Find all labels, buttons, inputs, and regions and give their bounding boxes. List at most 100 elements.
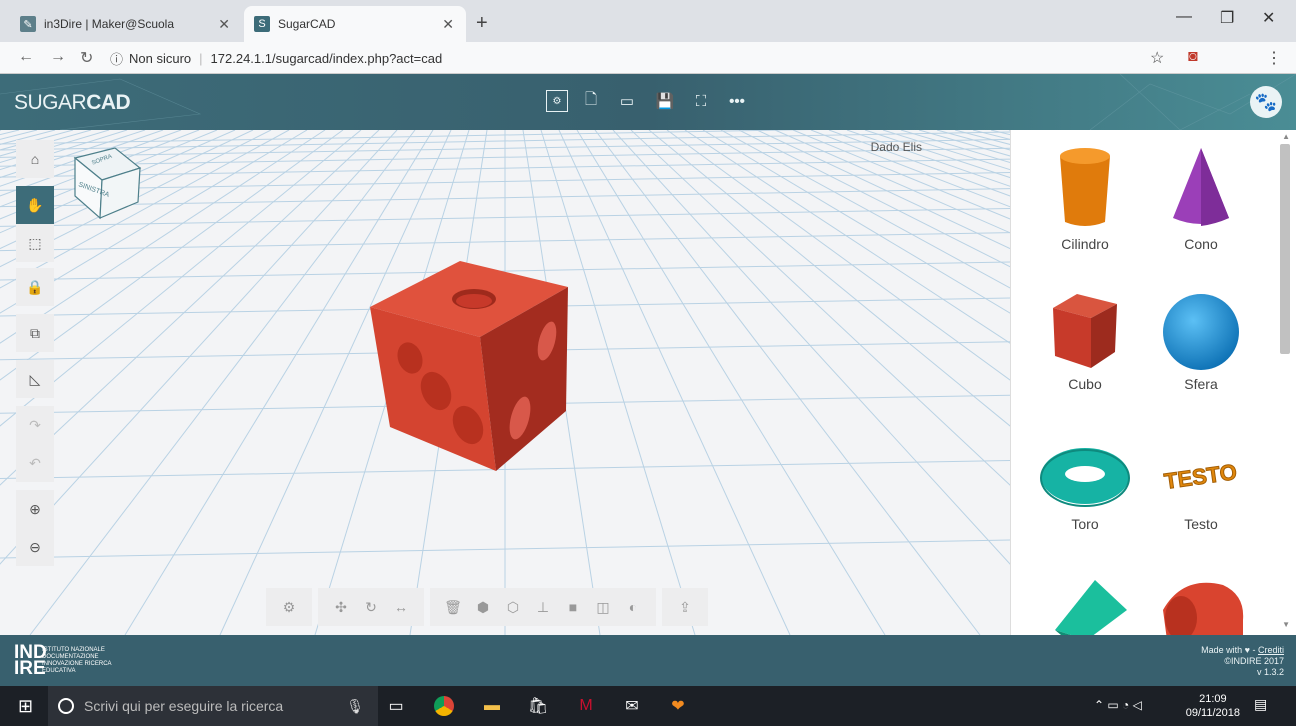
select-box-button[interactable]: ⬚ xyxy=(16,224,54,262)
paint3d-icon[interactable]: ❤ xyxy=(666,694,690,718)
scale-icon[interactable]: ↔ xyxy=(386,599,416,615)
lock-button[interactable]: 🔒 xyxy=(16,268,54,306)
info-icon[interactable]: ⓘ xyxy=(110,49,123,68)
back-arrow-icon[interactable]: ← xyxy=(18,48,34,66)
tab-in3dire[interactable]: ✎ in3Dire | Maker@Scuola ✕ xyxy=(10,6,242,42)
redo-button[interactable]: ↷ xyxy=(16,406,54,444)
shape-label: Cono xyxy=(1184,236,1218,252)
mirror-icon[interactable]: ◐ xyxy=(618,599,648,615)
extension-icon[interactable]: ◙ xyxy=(1188,48,1198,66)
save-icon[interactable]: 💾 xyxy=(654,90,676,112)
object-name-label: Dado Elis xyxy=(870,140,922,154)
union-icon[interactable]: ■ xyxy=(558,599,588,615)
pan-hand-button[interactable]: ✋ xyxy=(16,186,54,224)
ruler-button[interactable]: ◺ xyxy=(16,360,54,398)
hole-icon[interactable]: ⬡ xyxy=(498,599,528,616)
new-file-icon[interactable]: 🗋 xyxy=(580,90,602,112)
menu-kebab-icon[interactable]: ⋮ xyxy=(1266,48,1282,68)
more-options-icon[interactable]: ••• xyxy=(726,90,748,112)
system-clock[interactable]: 21:09 09/11/2018 xyxy=(1186,692,1240,720)
torus-icon xyxy=(1040,448,1130,507)
rotate-icon[interactable]: ↻ xyxy=(356,599,386,616)
shape-half-cylinder[interactable] xyxy=(1141,580,1261,635)
clock-date: 09/11/2018 xyxy=(1185,707,1240,719)
close-window-button[interactable]: ✕ xyxy=(1262,8,1275,28)
heart-icon: ♥ xyxy=(1244,645,1250,655)
grid-line xyxy=(864,130,1010,179)
url-input[interactable]: ⓘ Non sicuro | 172.24.1.1/sugarcad/index… xyxy=(110,46,1140,70)
mcafee-icon[interactable]: M xyxy=(574,694,598,718)
delete-icon[interactable]: 🗑 xyxy=(438,599,468,616)
fullscreen-icon[interactable]: ⛶ xyxy=(690,90,712,112)
undo-button[interactable]: ↶ xyxy=(16,444,54,482)
chrome-icon[interactable] xyxy=(432,694,456,718)
3d-viewport[interactable]: SOPRA SINISTRA Dado Elis ⌂ ✋ ⬚ 🔒 ⧉ ◺ ↷ ↶… xyxy=(0,130,1010,635)
logo-bold: CAD xyxy=(86,91,131,114)
forward-arrow-icon[interactable]: → xyxy=(50,48,66,66)
redo-icon: ↷ xyxy=(29,416,41,433)
clock-time: 21:09 xyxy=(1199,693,1227,705)
shape-cone[interactable]: Cono xyxy=(1141,146,1261,252)
search-circle-icon xyxy=(58,698,74,714)
panel-scrollbar[interactable] xyxy=(1280,144,1290,354)
restore-button[interactable]: ❐ xyxy=(1220,8,1234,28)
microphone-icon[interactable]: 🎙 xyxy=(346,698,364,715)
shape-cube[interactable]: Cubo xyxy=(1025,290,1145,392)
url-text: 172.24.1.1/sugarcad/index.php?act=cad xyxy=(210,50,443,66)
tab-sugarcad[interactable]: S SugarCAD ✕ xyxy=(244,6,466,42)
duplicate-icon: ⧉ xyxy=(30,324,40,341)
view-cube[interactable]: SOPRA SINISTRA xyxy=(70,140,150,220)
text-3d-icon: TESTO xyxy=(1162,459,1239,495)
scroll-up-icon[interactable]: ▲ xyxy=(1282,132,1290,141)
zoom-out-button[interactable]: ⊖ xyxy=(16,528,54,566)
bookmark-star-icon[interactable]: ☆ xyxy=(1150,48,1164,68)
new-tab-button[interactable]: + xyxy=(476,12,488,35)
move-icon[interactable]: ✣ xyxy=(326,599,356,616)
transform-group: ✣ ↻ ↔ xyxy=(318,588,424,626)
task-view-icon[interactable]: ▭ xyxy=(384,694,408,718)
zoom-in-button[interactable]: ⊕ xyxy=(16,490,54,528)
duplicate-button[interactable]: ⧉ xyxy=(16,314,54,352)
home-icon: ⌂ xyxy=(30,151,40,167)
grid-line xyxy=(576,130,886,635)
file-explorer-icon[interactable]: ▬ xyxy=(480,694,504,718)
minimize-button[interactable]: — xyxy=(1176,8,1192,26)
tab-title: in3Dire | Maker@Scuola xyxy=(44,17,175,31)
home-view-button[interactable]: ⌂ xyxy=(16,140,54,178)
reload-icon[interactable]: ↻ xyxy=(80,48,93,68)
shape-text[interactable]: TESTO Testo xyxy=(1141,440,1261,532)
mail-icon[interactable]: ✉ xyxy=(620,694,644,718)
open-folder-icon[interactable]: ▭ xyxy=(616,90,638,112)
settings-sliders-icon[interactable]: ⚙ xyxy=(546,90,568,112)
sphere-icon xyxy=(1163,294,1239,370)
dice-object[interactable] xyxy=(360,255,580,475)
windows-start-icon[interactable]: ⊞ xyxy=(18,696,33,717)
group-icon[interactable]: ⬢ xyxy=(468,599,498,616)
sugarcad-logo: SUGARCAD xyxy=(14,91,131,115)
shape-sphere[interactable]: Sfera xyxy=(1141,290,1261,392)
shape-cylinder[interactable]: Cilindro xyxy=(1025,146,1145,252)
system-tray-icons[interactable]: ⌃ ▭ ◔ ◁ xyxy=(1094,698,1142,712)
shape-prism[interactable] xyxy=(1025,580,1145,635)
grid-line xyxy=(792,130,1010,220)
paw-icon[interactable]: 🐾 xyxy=(1250,86,1282,118)
export-icon[interactable]: ⇪ xyxy=(670,599,700,616)
undo-icon: ↶ xyxy=(29,454,41,471)
grid-line xyxy=(846,130,1010,187)
scroll-down-icon[interactable]: ▼ xyxy=(1282,620,1290,629)
align-icon[interactable]: ⊥ xyxy=(528,599,558,616)
settings-gear-icon[interactable]: ⚙ xyxy=(274,599,304,616)
zoom-out-icon: ⊖ xyxy=(29,538,41,555)
made-with-label: Made with xyxy=(1201,645,1245,655)
grid-line xyxy=(630,130,1010,486)
shape-torus[interactable]: Toro xyxy=(1025,440,1145,532)
store-icon[interactable]: 🛍 xyxy=(526,694,550,718)
notifications-icon[interactable]: ▤ xyxy=(1254,696,1267,713)
close-tab-icon[interactable]: ✕ xyxy=(218,16,230,33)
credits-link[interactable]: Crediti xyxy=(1258,645,1284,655)
close-tab-icon[interactable]: ✕ xyxy=(442,16,454,33)
intersect-icon[interactable]: ◫ xyxy=(588,599,618,616)
taskbar-search[interactable]: Scrivi qui per eseguire la ricerca 🎙 xyxy=(48,686,378,726)
version-label: v 1.3.2 xyxy=(1256,667,1284,677)
grid-line xyxy=(594,130,981,635)
